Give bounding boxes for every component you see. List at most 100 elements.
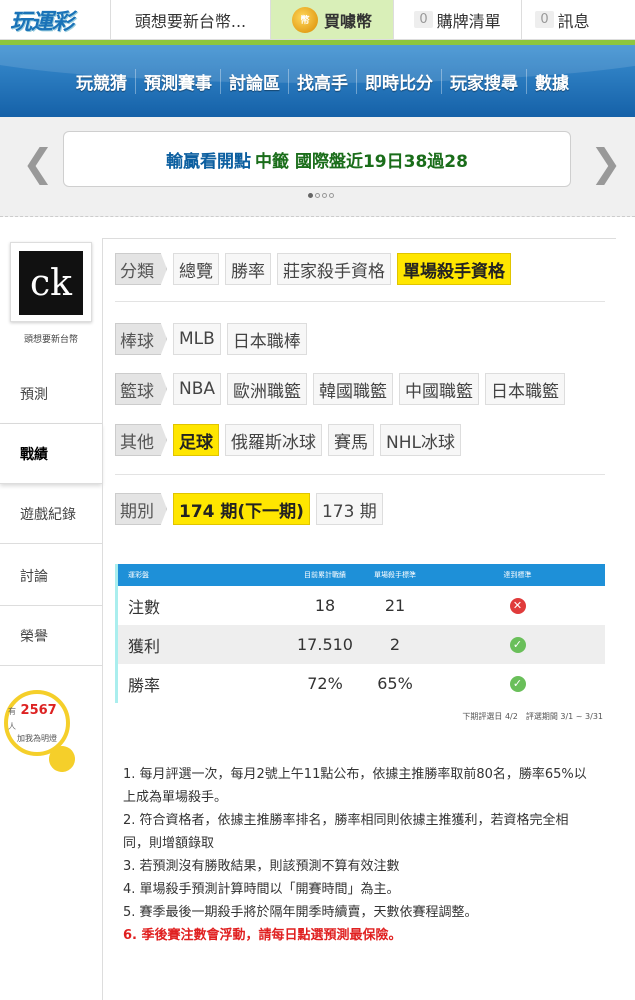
filter-label: 棒球 <box>115 323 167 355</box>
site-logo[interactable]: 玩運彩 <box>0 0 110 40</box>
check-icon: ✓ <box>509 675 526 692</box>
evaluation-period: 下期評選日 4/2 評選期間 3/1 ~ 3/31 <box>462 712 603 721</box>
filter-chip[interactable]: 賽馬 <box>328 424 374 456</box>
carousel-dot[interactable] <box>315 193 320 198</box>
messages-label: 訊息 <box>557 11 590 31</box>
chevron-left-icon[interactable]: ❮ <box>22 141 54 185</box>
message-count: 0 <box>535 11 554 28</box>
period-filter: 期別 174 期(下一期) 173 期 <box>115 493 389 525</box>
purchase-list-label: 購牌清單 <box>436 11 501 31</box>
nav-item[interactable]: 玩家搜尋 <box>441 69 526 94</box>
nav-item[interactable]: 數據 <box>526 69 577 94</box>
carousel-dots <box>308 193 334 198</box>
filter-label: 期別 <box>115 493 167 525</box>
cross-icon: ✕ <box>509 597 526 614</box>
standard-value: 21 <box>384 596 406 615</box>
lightbulb-icon: 有 2567 人 加我為明燈 <box>4 690 70 756</box>
filter-chip[interactable]: NHL冰球 <box>380 424 461 456</box>
main-nav: 玩競猜 預測賽事 討論區 找高手 即時比分 玩家搜尋 數據 <box>0 45 635 117</box>
avatar[interactable]: ck <box>10 242 92 322</box>
status-cell: ✕ <box>430 597 605 614</box>
nav-item[interactable]: 找高手 <box>288 69 356 94</box>
filter-label: 籃球 <box>115 373 167 405</box>
filter-chip[interactable]: 歐洲職籃 <box>227 373 308 405</box>
filter-chip[interactable]: 足球 <box>173 424 219 456</box>
filter-chip[interactable]: 單場殺手資格 <box>397 253 511 285</box>
current-value: 18 <box>314 596 336 615</box>
nav-item[interactable]: 討論區 <box>220 69 288 94</box>
avatar-image: ck <box>19 251 83 315</box>
profile-name: 頭想要新台幣 <box>23 335 78 345</box>
table-row: 勝率 72% 65% ✓ <box>118 664 605 703</box>
current-value: 17.510 <box>297 635 353 654</box>
filter-chip[interactable]: NBA <box>173 373 222 405</box>
filter-chip[interactable]: 174 期(下一期) <box>173 493 310 525</box>
sidebar-item[interactable]: 討論 <box>0 546 102 606</box>
sidebar-item[interactable]: 戰績 <box>0 424 102 484</box>
top-header: 玩運彩 頭想要新台幣... 幣買噱幣 0 購牌清單 0 訊息 <box>0 0 635 40</box>
carousel-dot[interactable] <box>308 193 313 198</box>
carousel-dot[interactable] <box>322 193 327 198</box>
purchase-count: 0 <box>414 11 433 28</box>
user-name: 頭想要新台幣... <box>134 11 247 31</box>
standard-value: 2 <box>389 635 401 654</box>
check-icon: ✓ <box>509 636 526 653</box>
other-filter: 其他 足球 俄羅斯冰球 賽馬 NHL冰球 <box>115 424 467 456</box>
column-header: 達到標準 <box>503 571 532 579</box>
filter-chip[interactable]: 勝率 <box>225 253 271 285</box>
follow-label: 加我為明燈 <box>17 733 57 743</box>
filter-chip[interactable]: 日本職棒 <box>226 323 307 355</box>
rules-list: 1. 每月評選一次，每月2號上午11點公布，依據主推勝率取前80名，勝率65%以… <box>123 763 593 947</box>
carousel-dot[interactable] <box>329 193 334 198</box>
rule-item: 6. 季後賽注數會浮動，請每日點選預測最保險。 <box>123 928 402 943</box>
messages-button[interactable]: 0 訊息 <box>521 0 603 39</box>
column-header: 單場殺手標準 <box>374 571 416 579</box>
filter-chip[interactable]: 日本職籃 <box>485 373 566 405</box>
filter-chip[interactable]: 173 期 <box>315 493 383 525</box>
filter-label: 分類 <box>115 253 167 285</box>
qualification-table: 運彩盤 目前累計戰績 單場殺手標準 達到標準 注數 18 21 ✕ 獲利 17.510 2 ✓… <box>115 564 605 703</box>
user-menu[interactable]: 頭想要新台幣... <box>110 0 270 39</box>
nav-item[interactable]: 即時比分 <box>356 69 441 94</box>
rule-item: 4. 單場殺手預測計算時間以「開賽時間」為主。 <box>123 882 400 897</box>
column-header: 運彩盤 <box>128 571 149 579</box>
sidebar-item[interactable]: 榮譽 <box>0 606 102 666</box>
filter-chip[interactable]: 中國職籃 <box>399 373 480 405</box>
filter-chip[interactable]: 莊家殺手資格 <box>277 253 391 285</box>
sidebar-item[interactable]: 遊戲紀錄 <box>0 484 102 544</box>
filter-chip[interactable]: MLB <box>173 323 221 355</box>
divider <box>115 474 605 475</box>
ticker-detail: 中籤 國際盤近19日38過28 <box>255 151 468 172</box>
current-value: 72% <box>307 674 343 693</box>
category-filter: 分類 總覽 勝率 莊家殺手資格 單場殺手資格 <box>115 253 517 285</box>
sidebar-item[interactable]: 預測 <box>0 364 102 424</box>
purchase-list-button[interactable]: 0 購牌清單 <box>393 0 521 39</box>
buy-coin-button[interactable]: 幣買噱幣 <box>270 0 393 39</box>
basketball-filter: 籃球 NBA 歐洲職籃 韓國職籃 中國職籃 日本職籃 <box>115 373 571 405</box>
filter-chip[interactable]: 俄羅斯冰球 <box>225 424 322 456</box>
table-row: 注數 18 21 ✕ <box>118 586 605 625</box>
buy-coin-label: 買噱幣 <box>323 11 372 31</box>
status-cell: ✓ <box>430 636 605 653</box>
ticker-headline: 輸贏看開點 <box>166 151 252 172</box>
fan-lightbulb[interactable]: 有 2567 人 加我為明燈 <box>4 690 80 780</box>
table-row: 獲利 17.510 2 ✓ <box>118 625 605 664</box>
filter-chip[interactable]: 總覽 <box>173 253 219 285</box>
profile-sidebar: ck 頭想要新台幣 預測 戰績 遊戲紀錄 討論 榮譽 有 2567 人 加我為明燈 <box>0 238 102 1000</box>
baseball-filter: 棒球 MLB 日本職棒 <box>115 323 313 355</box>
filter-chip[interactable]: 韓國職籃 <box>313 373 394 405</box>
standard-value: 65% <box>377 674 413 693</box>
nav-item[interactable]: 預測賽事 <box>135 69 220 94</box>
chevron-right-icon[interactable]: ❯ <box>590 141 622 185</box>
logo-text: 玩運彩 <box>10 10 74 35</box>
row-label: 勝率 <box>128 675 161 695</box>
rule-item: 2. 符合資格者，依據主推勝率排名，勝率相同則依據主推獲利，若資格完全相同，則增… <box>123 813 569 851</box>
filter-label: 其他 <box>115 424 167 456</box>
ticker-text[interactable]: 輸贏看開點 中籤 國際盤近19日38過28 <box>63 131 571 187</box>
rule-item: 1. 每月評選一次，每月2號上午11點公布，依據主推勝率取前80名，勝率65%以… <box>123 767 587 805</box>
column-header: 目前累計戰績 <box>304 571 346 579</box>
row-label: 獲利 <box>128 636 161 656</box>
nav-item[interactable]: 玩競猜 <box>76 69 135 94</box>
coin-icon: 幣 <box>291 6 318 33</box>
record-panel: 分類 總覽 勝率 莊家殺手資格 單場殺手資格 棒球 MLB 日本職棒 籃球 NBA 歐洲職籃 韓國… <box>102 238 616 1000</box>
